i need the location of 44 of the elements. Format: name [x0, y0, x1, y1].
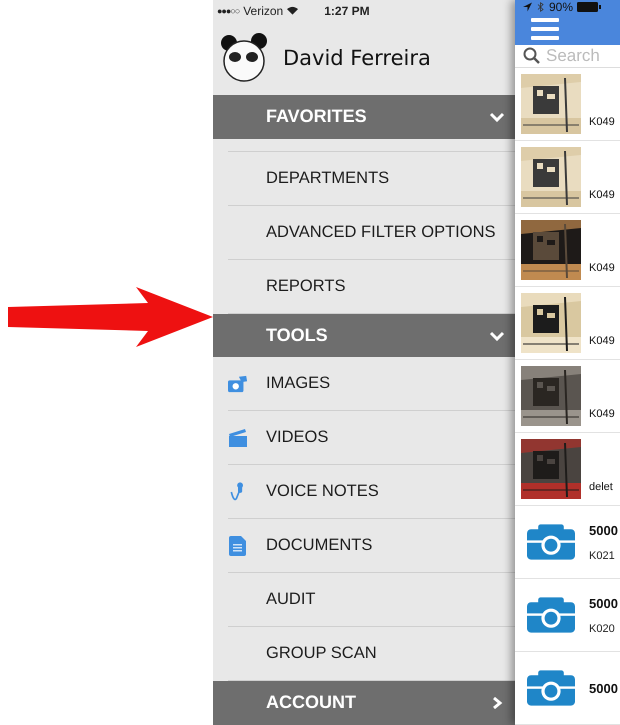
section-header[interactable]: TOOLS — [213, 314, 515, 358]
menu-item[interactable]: AUDIT — [266, 590, 316, 610]
camera-icon — [527, 597, 575, 633]
menu-item[interactable]: DEPARTMENTS — [266, 168, 390, 188]
carrier-name: Verizon — [243, 4, 284, 18]
menu-item[interactable]: VOICE NOTES — [266, 482, 379, 502]
battery-percent: 90% — [549, 0, 574, 14]
camera-icon — [527, 670, 575, 706]
search-field[interactable]: Search — [546, 46, 620, 66]
record-title[interactable]: K049 — [589, 408, 615, 420]
panda-avatar-icon — [219, 33, 269, 84]
menu-item[interactable]: VIDEOS — [266, 428, 328, 448]
menu-item[interactable]: ADVANCED FILTER OPTIONS — [266, 222, 496, 242]
battery-icon — [577, 2, 602, 12]
menu-item[interactable]: REPORTS — [266, 276, 346, 296]
bluetooth-icon — [536, 2, 545, 12]
signal-strength: ●●●○○ — [217, 6, 240, 16]
clapperboard-icon — [228, 428, 248, 448]
menu-item[interactable]: GROUP SCAN — [266, 644, 377, 664]
menu-item[interactable]: DOCUMENTS — [266, 536, 372, 556]
record-title[interactable]: K049 — [589, 116, 615, 128]
menu-item[interactable]: IMAGES — [266, 374, 330, 394]
menu-icon[interactable] — [531, 18, 559, 40]
camera-icon — [228, 374, 248, 394]
chevron-down-icon — [489, 110, 505, 123]
search-icon — [523, 47, 540, 64]
section-header[interactable]: ACCOUNT — [213, 681, 515, 725]
user-name: David Ferreira — [283, 46, 431, 70]
record-title[interactable]: K049 — [589, 189, 615, 201]
record-subtitle: K020 — [589, 622, 616, 634]
record-title[interactable]: K049 — [589, 262, 615, 274]
camera-icon — [527, 524, 575, 560]
location-icon — [523, 2, 532, 12]
wifi-icon — [287, 6, 298, 16]
record-title[interactable]: delet — [589, 481, 613, 493]
record-title[interactable]: K049 — [589, 335, 615, 347]
record-title[interactable]: 5000 — [589, 596, 618, 610]
document-icon — [228, 536, 248, 556]
record-title[interactable]: 5000 — [589, 522, 618, 538]
record-title[interactable]: 5000 — [589, 680, 618, 696]
section-header[interactable]: FAVORITES — [213, 94, 515, 139]
record-subtitle: K021 — [589, 550, 616, 562]
status-time: 1:27 PM — [324, 4, 370, 18]
chevron-down-icon — [489, 330, 505, 342]
